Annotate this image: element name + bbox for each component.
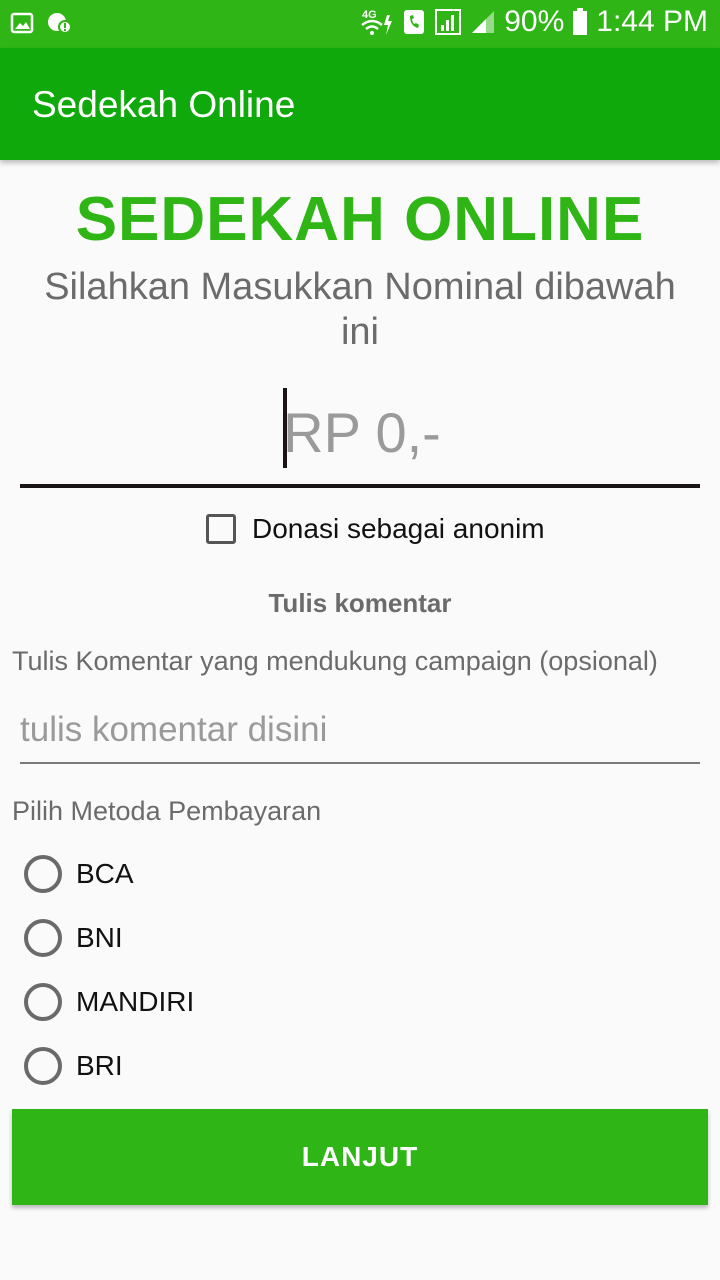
comment-hint: Tulis Komentar yang mendukung campaign (… xyxy=(12,646,658,676)
clock: 1:44 PM xyxy=(596,5,708,38)
comment-input[interactable] xyxy=(20,700,700,760)
battery-icon xyxy=(573,8,588,35)
battery-percent: 90% xyxy=(504,5,565,38)
payment-option-mandiri[interactable]: MANDIRI xyxy=(24,983,194,1021)
radio-button[interactable] xyxy=(24,919,62,957)
anonymous-checkbox-row[interactable]: Donasi sebagai anonim xyxy=(206,513,545,545)
wifi-4g-icon: 4G xyxy=(361,9,393,35)
payment-option-label: BRI xyxy=(76,1050,123,1081)
page-heading: SEDEKAH ONLINE xyxy=(75,185,645,254)
gallery-icon xyxy=(10,12,34,34)
radio-button[interactable] xyxy=(24,1047,62,1085)
signal-icon xyxy=(435,9,462,35)
submit-button[interactable]: LANJUT xyxy=(12,1109,708,1205)
status-bar: 4G 90% 1:44 PM xyxy=(0,0,720,48)
payment-option-label: MANDIRI xyxy=(76,986,195,1017)
payment-option-bri[interactable]: BRI xyxy=(24,1047,123,1085)
app-title: Sedekah Online xyxy=(32,84,296,125)
anonymous-checkbox[interactable] xyxy=(206,514,236,544)
page-subheading: Silahkan Masukkan Nominal dibawah ini xyxy=(44,266,676,353)
payment-method-title: Pilih Metoda Pembayaran xyxy=(12,796,322,826)
anonymous-label: Donasi sebagai anonim xyxy=(252,513,545,544)
radio-button[interactable] xyxy=(24,855,62,893)
payment-option-label: BCA xyxy=(76,858,134,889)
radio-button[interactable] xyxy=(24,983,62,1021)
payment-option-label: BNI xyxy=(76,922,123,953)
amount-input[interactable] xyxy=(20,386,704,478)
comment-field[interactable] xyxy=(20,700,700,764)
app-bar: Sedekah Online xyxy=(0,48,720,160)
phone-call-icon xyxy=(404,10,425,34)
payment-option-bca[interactable]: BCA xyxy=(24,855,134,893)
comment-section-title: Tulis komentar xyxy=(268,588,452,618)
text-cursor xyxy=(283,388,287,468)
svg-text:4G: 4G xyxy=(362,9,377,21)
payment-option-bni[interactable]: BNI xyxy=(24,919,123,957)
signal-strength-icon xyxy=(472,11,495,33)
chat-alert-icon xyxy=(48,13,72,34)
amount-field[interactable] xyxy=(20,386,704,488)
